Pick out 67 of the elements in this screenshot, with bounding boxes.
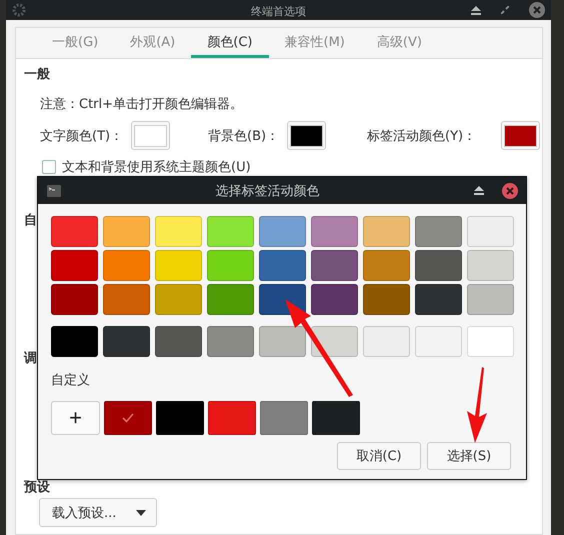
- color-swatch[interactable]: [311, 250, 358, 281]
- section-heading: 自: [24, 212, 38, 229]
- color-swatch[interactable]: [363, 326, 410, 357]
- preset-dropdown[interactable]: 载入预设...: [39, 498, 157, 527]
- color-swatch[interactable]: [363, 216, 410, 247]
- color-swatch[interactable]: [259, 216, 306, 247]
- color-swatch[interactable]: [104, 401, 152, 435]
- color-swatch[interactable]: [207, 326, 254, 357]
- add-button[interactable]: +: [51, 401, 100, 435]
- color-label: 文字颜色(T)：: [40, 128, 124, 144]
- color-swatch[interactable]: [311, 284, 358, 315]
- dialog-title: 选择标签活动颜色: [214, 182, 320, 200]
- color-swatch[interactable]: [208, 401, 256, 435]
- color-swatch[interactable]: [51, 284, 98, 315]
- color-swatch[interactable]: [259, 326, 306, 357]
- color-label: 标签活动颜色(Y)：: [367, 128, 478, 144]
- color-swatch[interactable]: [311, 326, 358, 357]
- section-heading: 预设: [24, 479, 51, 496]
- color-swatch[interactable]: [155, 250, 202, 281]
- color-swatch[interactable]: [311, 216, 358, 247]
- color-swatch[interactable]: [207, 284, 254, 315]
- color-swatch[interactable]: [467, 216, 514, 247]
- color-swatch[interactable]: [363, 250, 410, 281]
- color-swatch[interactable]: [467, 284, 514, 315]
- color-swatch[interactable]: [259, 284, 306, 315]
- color-swatch[interactable]: [207, 216, 254, 247]
- terminal-icon: [47, 184, 61, 196]
- color-swatch[interactable]: [103, 326, 150, 357]
- color-swatch[interactable]: [155, 284, 202, 315]
- color-swatch[interactable]: [103, 216, 150, 247]
- color-swatch[interactable]: [467, 326, 514, 357]
- color-swatch[interactable]: [415, 250, 462, 281]
- color-swatch[interactable]: [207, 250, 254, 281]
- section-heading: 一般: [24, 66, 51, 83]
- cancel-button[interactable]: 取消(C): [337, 442, 421, 470]
- eject-icon[interactable]: [471, 6, 481, 14]
- restore-icon[interactable]: [501, 6, 509, 14]
- note-text: 注意：Ctrl+单击打开颜色编辑器。: [40, 96, 244, 113]
- color-swatch[interactable]: [51, 216, 98, 247]
- color-swatch[interactable]: [312, 401, 360, 435]
- color-swatch[interactable]: [103, 284, 150, 315]
- color-swatch[interactable]: [51, 326, 98, 357]
- gear-icon[interactable]: [12, 3, 26, 17]
- checkbox-label: 文本和背景使用系统主题颜色(U): [62, 159, 251, 176]
- custom-label: 自定义: [51, 372, 91, 390]
- window-title: 终端首选项: [250, 4, 307, 20]
- select-button[interactable]: 选择(S): [427, 442, 511, 470]
- close-icon[interactable]: [502, 182, 518, 198]
- color-swatch[interactable]: [155, 216, 202, 247]
- check-icon: [122, 413, 134, 423]
- color-swatch[interactable]: [467, 250, 514, 281]
- section-heading: 调: [24, 350, 38, 367]
- caret-icon: [136, 510, 146, 516]
- color-swatch[interactable]: [415, 216, 462, 247]
- color-swatch[interactable]: [155, 326, 202, 357]
- color-swatch[interactable]: [51, 250, 98, 281]
- color-swatch[interactable]: [103, 250, 150, 281]
- color-swatch[interactable]: [259, 250, 306, 281]
- color-swatch[interactable]: [363, 284, 410, 315]
- color-label: 背景色(B)：: [208, 128, 280, 144]
- color-swatch[interactable]: [156, 401, 204, 435]
- checkbox[interactable]: [42, 160, 56, 174]
- color-swatch[interactable]: [260, 401, 308, 435]
- close-icon[interactable]: [529, 2, 545, 18]
- color-swatch[interactable]: [415, 284, 462, 315]
- color-swatch[interactable]: [415, 326, 462, 357]
- eject-icon[interactable]: [474, 186, 484, 195]
